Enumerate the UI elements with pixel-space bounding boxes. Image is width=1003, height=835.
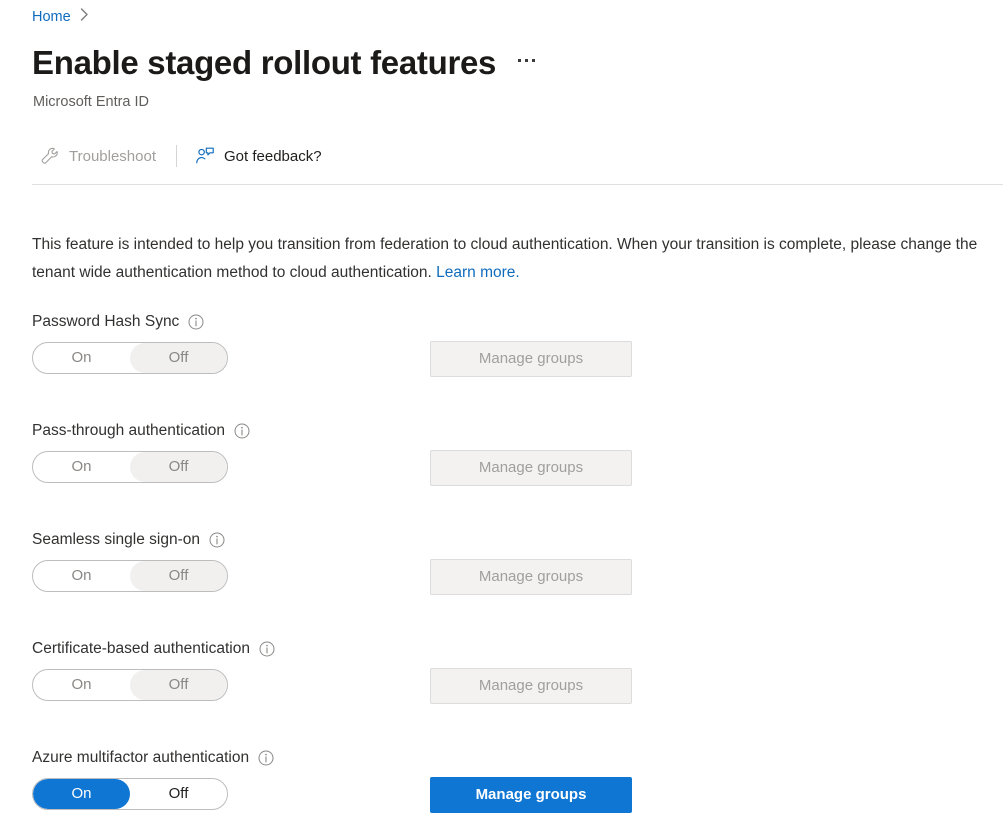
manage-groups-button[interactable]: Manage groups — [430, 341, 632, 377]
feature-toggle[interactable]: On Off — [32, 342, 228, 374]
feature-row: Seamless single sign-on On Off Manage gr… — [32, 529, 672, 638]
manage-groups-button[interactable]: Manage groups — [430, 450, 632, 486]
page-subtitle: Microsoft Entra ID — [33, 92, 149, 112]
feature-description: This feature is intended to help you tra… — [32, 231, 984, 287]
toggle-option-on[interactable]: On — [33, 779, 130, 809]
feature-name: Azure multifactor authentication — [32, 747, 249, 769]
feature-name: Password Hash Sync — [32, 311, 179, 333]
manage-groups-button[interactable]: Manage groups — [430, 777, 632, 813]
feature-controls: On Off Manage groups — [32, 669, 672, 701]
toggle-option-off[interactable]: Off — [130, 452, 227, 482]
command-troubleshoot[interactable]: Troubleshoot — [32, 137, 166, 175]
feature-row: Certificate-based authentication On Off … — [32, 638, 672, 747]
manage-groups-button[interactable]: Manage groups — [430, 559, 632, 595]
command-troubleshoot-label: Troubleshoot — [69, 148, 156, 165]
feature-controls: On Off Manage groups — [32, 560, 672, 592]
toggle-option-on[interactable]: On — [33, 561, 130, 591]
page-title-row: Enable staged rollout features — [32, 42, 535, 84]
feature-label: Pass-through authentication — [32, 420, 672, 442]
command-bar-divider — [32, 184, 1003, 185]
feature-row: Pass-through authentication On Off Manag… — [32, 420, 672, 529]
feedback-person-icon — [195, 146, 215, 166]
feature-controls: On Off Manage groups — [32, 451, 672, 483]
manage-groups-button[interactable]: Manage groups — [430, 668, 632, 704]
feature-toggle[interactable]: On Off — [32, 451, 228, 483]
info-icon[interactable] — [234, 423, 250, 439]
toggle-option-on[interactable]: On — [33, 452, 130, 482]
feature-label: Seamless single sign-on — [32, 529, 672, 551]
feature-toggle[interactable]: On Off — [32, 560, 228, 592]
breadcrumb: Home — [32, 6, 89, 28]
toggle-option-off[interactable]: Off — [130, 343, 227, 373]
info-icon[interactable] — [259, 641, 275, 657]
feature-label: Certificate-based authentication — [32, 638, 672, 660]
toggle-option-on[interactable]: On — [33, 670, 130, 700]
toggle-option-off[interactable]: Off — [130, 670, 227, 700]
info-icon[interactable] — [209, 532, 225, 548]
feature-label: Password Hash Sync — [32, 311, 672, 333]
chevron-right-icon — [80, 6, 89, 28]
command-bar-separator — [176, 145, 177, 167]
page-title: Enable staged rollout features — [32, 42, 496, 84]
feature-list: Password Hash Sync On Off Manage groups — [32, 311, 672, 810]
feature-controls: On Off Manage groups — [32, 778, 672, 810]
learn-more-link[interactable]: Learn more. — [436, 264, 520, 281]
breadcrumb-item-home[interactable]: Home — [32, 6, 71, 28]
feature-label: Azure multifactor authentication — [32, 747, 672, 769]
feature-name: Certificate-based authentication — [32, 638, 250, 660]
info-icon[interactable] — [258, 750, 274, 766]
feature-row: Azure multifactor authentication On Off … — [32, 747, 672, 810]
info-icon[interactable] — [188, 314, 204, 330]
more-options-ellipsis-icon[interactable] — [518, 59, 535, 68]
feature-controls: On Off Manage groups — [32, 342, 672, 374]
wrench-icon — [40, 146, 60, 166]
feature-row: Password Hash Sync On Off Manage groups — [32, 311, 672, 420]
feature-toggle[interactable]: On Off — [32, 669, 228, 701]
command-bar: Troubleshoot Got feedback? — [32, 137, 332, 175]
command-got-feedback-label: Got feedback? — [224, 148, 322, 165]
staged-rollout-page: Home Enable staged rollout features Micr… — [0, 0, 1003, 835]
command-got-feedback[interactable]: Got feedback? — [187, 137, 332, 175]
toggle-option-off[interactable]: Off — [130, 561, 227, 591]
feature-name: Pass-through authentication — [32, 420, 225, 442]
feature-name: Seamless single sign-on — [32, 529, 200, 551]
feature-toggle[interactable]: On Off — [32, 778, 228, 810]
toggle-option-on[interactable]: On — [33, 343, 130, 373]
toggle-option-off[interactable]: Off — [130, 779, 227, 809]
